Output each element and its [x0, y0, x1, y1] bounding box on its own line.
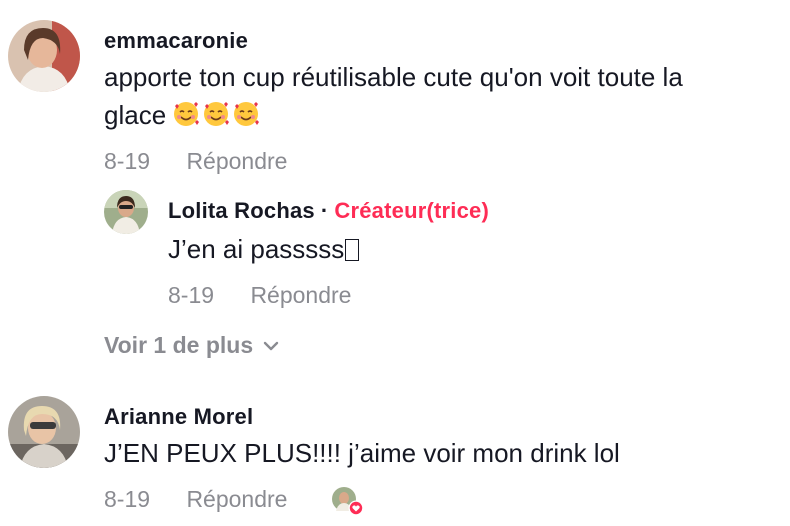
avatar-image [8, 20, 80, 92]
comment-thread: emmacaronie apporte ton cup réutilisable… [0, 0, 790, 526]
reply-button[interactable]: Répondre [250, 282, 351, 308]
view-more-replies-button[interactable]: Voir 1 de plus [104, 332, 279, 359]
comment-date: 8-19 [104, 486, 151, 512]
view-more-label: Voir 1 de plus [104, 332, 254, 358]
chevron-down-icon [263, 341, 279, 350]
creator-liked-indicator [330, 486, 364, 516]
comment-text-line1: apporte ton cup réutilisable cute qu'on … [104, 62, 683, 92]
reply-text: J’en ai passsss [168, 234, 345, 264]
avatar-image [8, 396, 80, 468]
smiling-face-with-hearts-icon [234, 102, 260, 126]
reply-text-wrap: J’en ai passsss [168, 230, 360, 268]
reply-header: Lolita Rochas · Créateur(trice) [168, 198, 489, 224]
avatar-emmacaronie[interactable] [8, 20, 80, 92]
heart-badge-icon [332, 487, 364, 516]
comment-text-line2: glace [104, 100, 167, 130]
smiling-face-with-hearts-icon [204, 102, 230, 126]
reply-date: 8-19 [168, 282, 215, 308]
separator-dot: · [320, 198, 329, 223]
comment-text-line2-wrap: glace [104, 96, 260, 134]
comment-meta: 8-19 Répondre [104, 486, 287, 513]
comment-username[interactable]: emmacaronie [104, 28, 248, 54]
missing-glyph-icon [345, 239, 360, 261]
avatar-image [104, 190, 148, 234]
avatar-arianne-morel[interactable] [8, 396, 80, 468]
reply-button[interactable]: Répondre [186, 148, 287, 174]
reply-meta: 8-19 Répondre [168, 282, 351, 309]
comment-meta: 8-19 Répondre [104, 148, 287, 175]
avatar-lolita-rochas[interactable] [104, 190, 148, 234]
reply-username[interactable]: Lolita Rochas [168, 198, 315, 223]
comment-username[interactable]: Arianne Morel [104, 404, 253, 430]
creator-badge: Créateur(trice) [334, 198, 489, 223]
comment-text: J’EN PEUX PLUS!!!! j’aime voir mon drink… [104, 438, 620, 468]
reply-button[interactable]: Répondre [186, 486, 287, 512]
smiling-face-with-hearts-icon [174, 102, 200, 126]
comment-date: 8-19 [104, 148, 151, 174]
emoji-group [172, 100, 260, 128]
comment-text: apporte ton cup réutilisable cute qu'on … [104, 58, 683, 96]
